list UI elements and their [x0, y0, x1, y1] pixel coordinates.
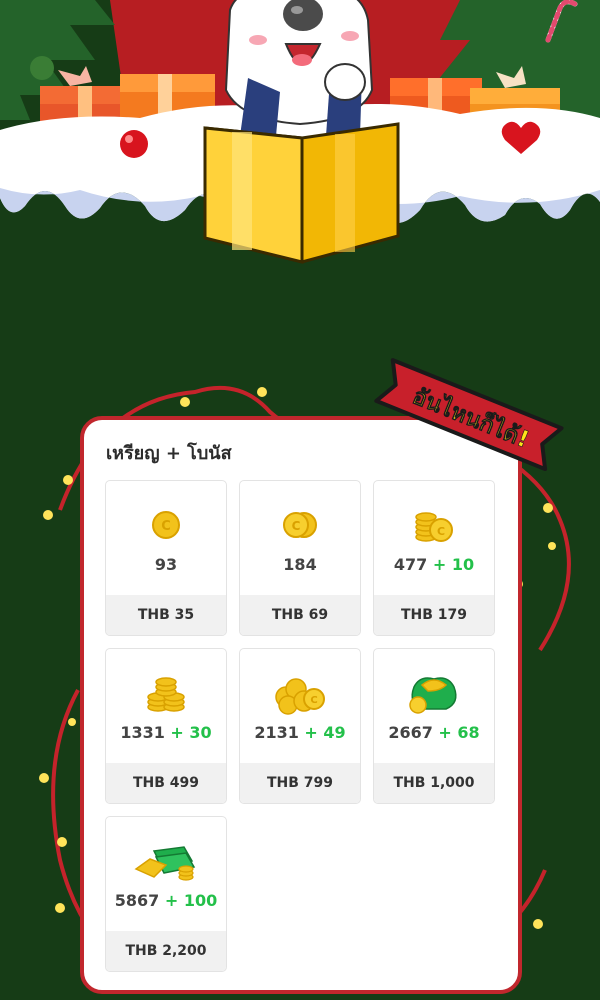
bonus-amount: + 49 [304, 723, 346, 742]
coin-package-2131[interactable]: C 2131 + 49 THB 799 [239, 648, 361, 804]
package-price: THB 35 [106, 595, 226, 635]
bonus-amount: + 68 [438, 723, 480, 742]
coin-amount: 477 + 10 [393, 555, 475, 574]
coin-package-184[interactable]: C 184 THB 69 [239, 480, 361, 636]
package-price: THB 499 [106, 763, 226, 803]
bonus-amount: + 100 [164, 891, 218, 910]
package-price: THB 1,000 [374, 763, 494, 803]
money-bag-icon [374, 671, 494, 715]
yellow-gift-box [203, 122, 400, 264]
coin-amount: 2667 + 68 [388, 723, 480, 742]
section-title: เหรียญ + โบนัส [106, 443, 232, 464]
svg-text:C: C [161, 519, 171, 534]
package-price: THB 69 [240, 595, 360, 635]
coin-stack-icon [106, 671, 226, 715]
coin-package-2667[interactable]: 2667 + 68 THB 1,000 [373, 648, 495, 804]
small-coin-stack-icon: C [374, 503, 494, 547]
treasure-pile-icon [106, 839, 226, 883]
svg-text:C: C [292, 519, 301, 533]
bonus-amount: + 30 [170, 723, 212, 742]
package-price: THB 179 [374, 595, 494, 635]
coin-package-5867[interactable]: 5867 + 100 THB 2,200 [105, 816, 227, 972]
coin-amount: 2131 + 49 [254, 723, 346, 742]
promo-ribbon: อันไหนก็ได้! [374, 358, 564, 472]
christmas-banner [0, 0, 600, 340]
coin-amount: 1331 + 30 [120, 723, 212, 742]
package-price: THB 2,200 [106, 931, 226, 971]
bonus-amount: + 10 [432, 555, 475, 574]
coin-amount: 184 [283, 555, 317, 574]
svg-text:C: C [437, 525, 445, 538]
character-in-gift-box [224, 0, 374, 136]
coin-package-477[interactable]: C 477 + 10 THB 179 [373, 480, 495, 636]
coin-package-1331[interactable]: 1331 + 30 THB 499 [105, 648, 227, 804]
red-ornament-decoration [120, 130, 148, 158]
package-grid: C 93 THB 35 C 184 THB 69 C 477 + 10 THB … [105, 480, 495, 972]
coin-amount: 5867 + 100 [114, 891, 218, 910]
single-coin-icon: C [106, 503, 226, 547]
two-coins-icon: C [240, 503, 360, 547]
coin-package-93[interactable]: C 93 THB 35 [105, 480, 227, 636]
large-coin-pile-icon: C [240, 671, 360, 715]
svg-text:C: C [310, 695, 317, 706]
coin-amount: 93 [154, 555, 178, 574]
package-price: THB 799 [240, 763, 360, 803]
coin-package-card: เหรียญ + โบนัส C 93 THB 35 C 184 THB 69 … [80, 416, 522, 994]
